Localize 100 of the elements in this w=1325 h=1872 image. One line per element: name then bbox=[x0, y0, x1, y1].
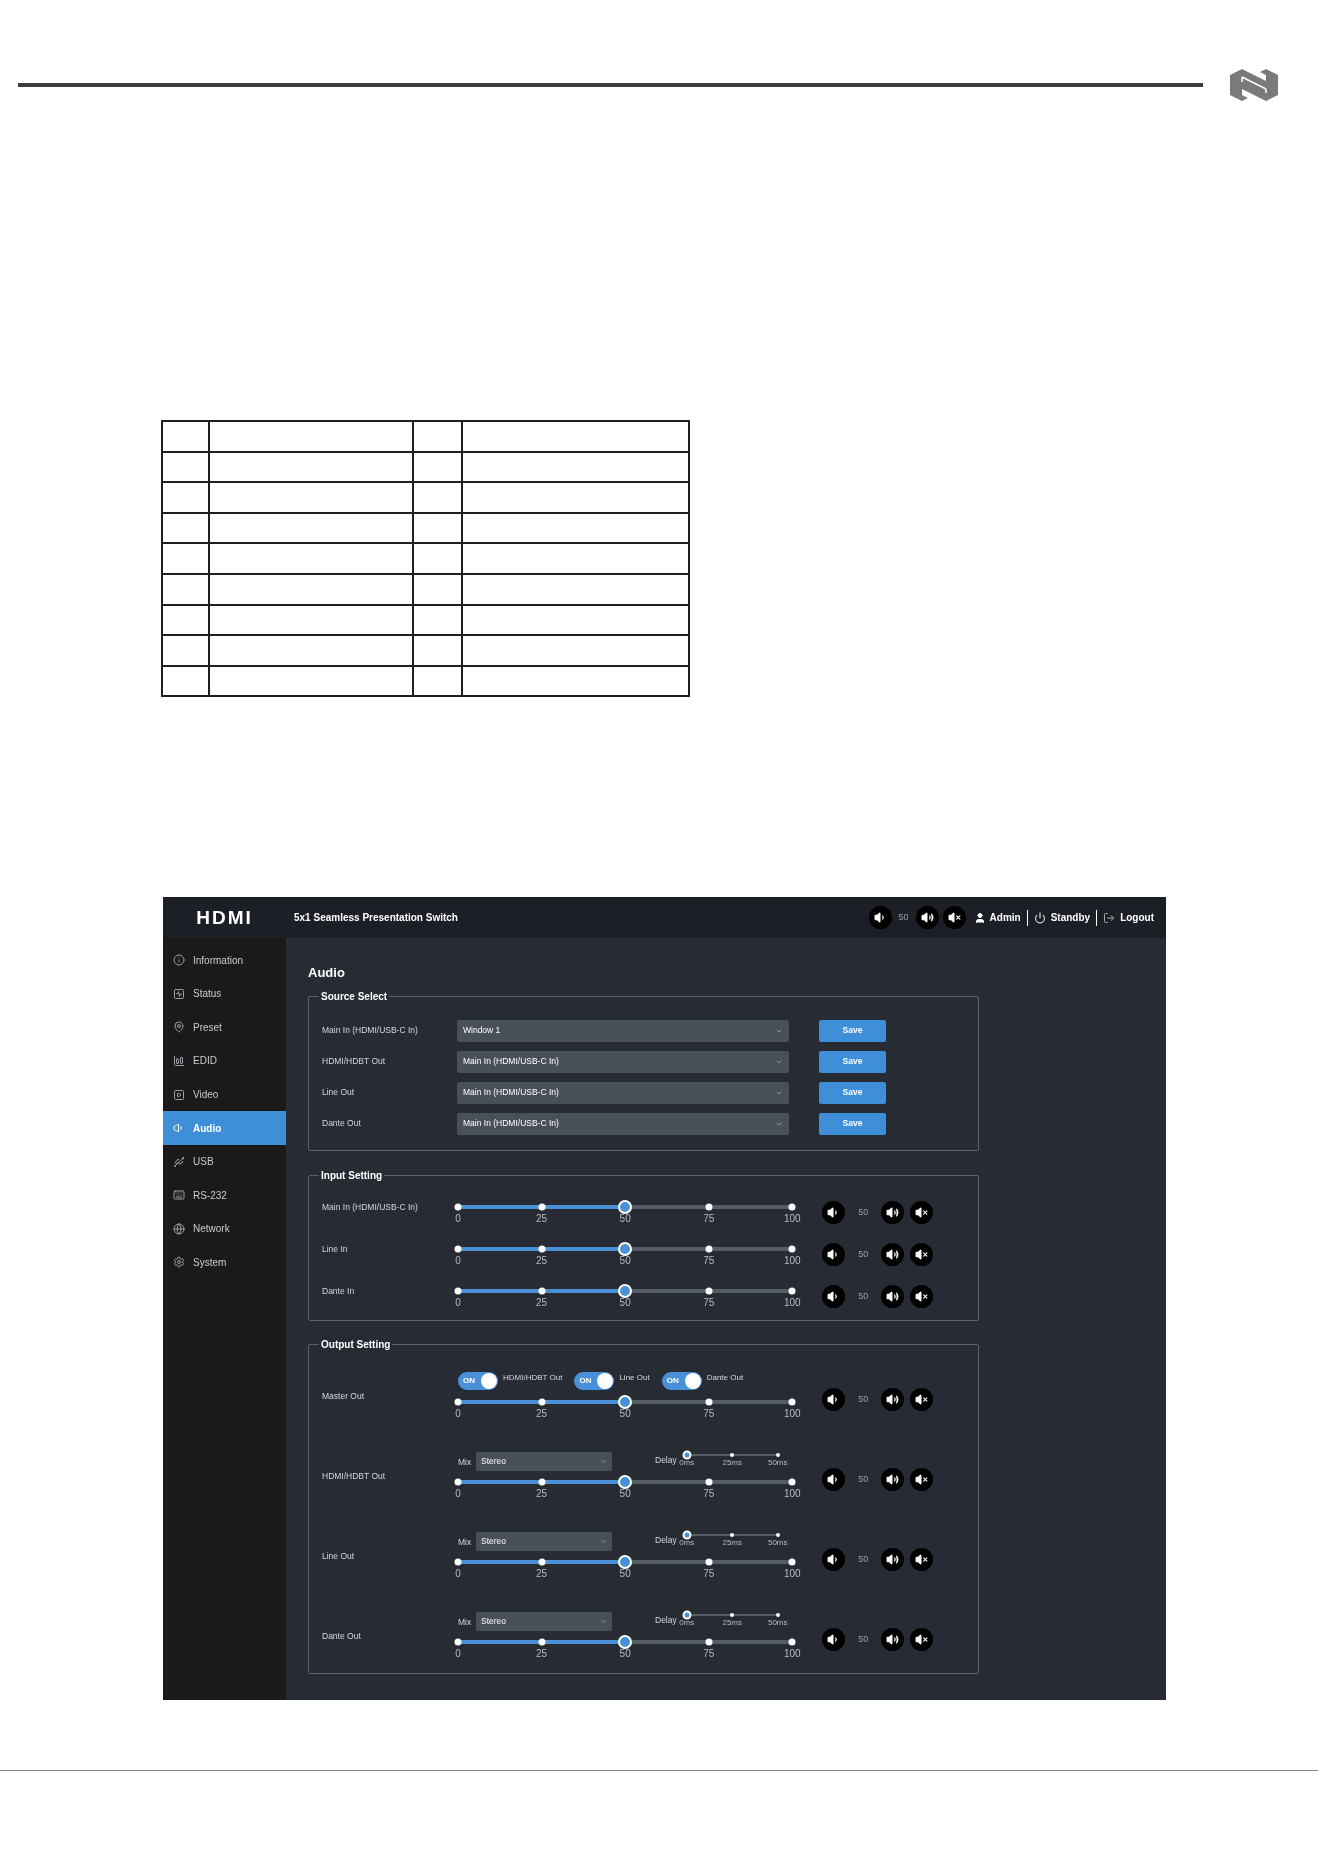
speaker-icon bbox=[886, 1392, 900, 1406]
tick-label: 50 bbox=[619, 1647, 631, 1660]
volume-down-button[interactable] bbox=[868, 906, 892, 930]
mute-button[interactable] bbox=[910, 1627, 934, 1651]
volume-down-button[interactable] bbox=[822, 1627, 846, 1651]
slider-thumb[interactable] bbox=[682, 1610, 692, 1620]
info-icon bbox=[173, 954, 185, 967]
page-title: Audio bbox=[308, 965, 346, 982]
volume-up-button[interactable] bbox=[881, 1284, 905, 1308]
tick-label: 0 bbox=[455, 1487, 461, 1500]
tick-mark bbox=[454, 1638, 462, 1646]
volume-down-button[interactable] bbox=[822, 1284, 846, 1308]
slider-thumb[interactable] bbox=[618, 1241, 633, 1256]
slider-thumb[interactable] bbox=[618, 1394, 633, 1409]
volume-down-button[interactable] bbox=[822, 1387, 846, 1411]
slider-thumb[interactable] bbox=[682, 1530, 692, 1540]
speaker-icon bbox=[886, 1552, 900, 1566]
tick-label: 100 bbox=[783, 1212, 801, 1225]
volume-down-button[interactable] bbox=[822, 1547, 846, 1571]
sidebar-item[interactable]: RS-232 bbox=[163, 1178, 286, 1213]
tick-label: 100 bbox=[783, 1487, 801, 1500]
sidebar-item[interactable]: Information bbox=[163, 943, 286, 977]
mix-dropdown[interactable]: Stereo bbox=[476, 1611, 612, 1631]
volume-up-button[interactable] bbox=[881, 1627, 905, 1651]
speaker-icon bbox=[886, 1632, 900, 1646]
volume-reading: 50 bbox=[857, 1472, 870, 1486]
sidebar-item[interactable]: Video bbox=[163, 1077, 286, 1112]
volume-up-button[interactable] bbox=[881, 1387, 905, 1411]
tick-label: 100 bbox=[783, 1407, 801, 1420]
tick-label: 25ms bbox=[722, 1457, 742, 1467]
slider-thumb[interactable] bbox=[618, 1554, 633, 1569]
sidebar-item[interactable]: Network bbox=[163, 1212, 286, 1246]
mute-button[interactable] bbox=[910, 1200, 934, 1224]
mute-button[interactable] bbox=[910, 1547, 934, 1571]
source-dropdown[interactable]: Main In (HDMI/USB-C In) bbox=[457, 1050, 789, 1073]
speaker-icon bbox=[886, 1205, 900, 1219]
sidebar-item[interactable]: Status bbox=[163, 976, 286, 1011]
sidebar-item[interactable]: Preset bbox=[163, 1010, 286, 1045]
slider-thumb[interactable] bbox=[618, 1283, 633, 1298]
volume-down-button[interactable] bbox=[822, 1200, 846, 1224]
tick-label: 75 bbox=[703, 1567, 715, 1580]
tick-label: 100 bbox=[783, 1296, 801, 1309]
tick-mark bbox=[538, 1245, 546, 1253]
row-label: Master Out bbox=[322, 1389, 366, 1403]
tick-label: 50ms bbox=[767, 1617, 788, 1627]
volume-up-button[interactable] bbox=[915, 906, 939, 930]
source-dropdown[interactable]: Window 1 bbox=[457, 1019, 789, 1042]
speaker-icon bbox=[886, 1247, 900, 1261]
tick-mark bbox=[775, 1452, 780, 1457]
tick-mark bbox=[788, 1638, 796, 1646]
source-dropdown[interactable]: Main In (HDMI/USB-C In) bbox=[457, 1081, 789, 1104]
slider-thumb[interactable] bbox=[618, 1199, 633, 1214]
volume-up-button[interactable] bbox=[881, 1242, 905, 1266]
mute-icon bbox=[915, 1472, 929, 1486]
source-dropdown[interactable]: Main In (HDMI/USB-C In) bbox=[457, 1112, 789, 1135]
speaker-icon bbox=[886, 1472, 900, 1486]
tick-label: 100 bbox=[783, 1567, 801, 1580]
user-name: Admin bbox=[989, 911, 1021, 926]
tick-mark bbox=[454, 1478, 462, 1486]
mute-button[interactable] bbox=[910, 1242, 934, 1266]
tick-mark bbox=[788, 1558, 796, 1566]
tick-mark bbox=[705, 1398, 713, 1406]
mute-button[interactable] bbox=[910, 1387, 934, 1411]
sidebar-item[interactable]: EDID bbox=[163, 1044, 286, 1078]
tick-label: 25 bbox=[536, 1647, 548, 1660]
tick-label: 0 bbox=[455, 1212, 461, 1225]
settings-icon bbox=[173, 1256, 185, 1269]
sidebar-item[interactable]: System bbox=[163, 1245, 286, 1280]
tick-label: 75 bbox=[703, 1254, 715, 1267]
tick-mark bbox=[788, 1245, 796, 1253]
volume-down-button[interactable] bbox=[822, 1242, 846, 1266]
user-icon bbox=[973, 911, 986, 924]
volume-down-button[interactable] bbox=[822, 1467, 846, 1491]
slider-thumb[interactable] bbox=[618, 1474, 633, 1489]
row-label: HDMI/HDBT Out bbox=[322, 1055, 387, 1069]
row-label: Dante Out bbox=[322, 1629, 362, 1643]
pin-icon bbox=[173, 1021, 185, 1034]
mix-dropdown[interactable]: Stereo bbox=[476, 1531, 612, 1551]
pulse-icon bbox=[173, 987, 185, 1000]
slider-thumb[interactable] bbox=[682, 1450, 692, 1460]
tick-label: 50ms bbox=[767, 1457, 788, 1467]
standby-button[interactable]: Standby bbox=[1033, 910, 1091, 926]
tick-label: 50 bbox=[619, 1487, 631, 1500]
tick-label: 0ms bbox=[679, 1537, 695, 1547]
toggle-label: HDMI/HDBT Out bbox=[503, 1371, 563, 1384]
tick-mark bbox=[788, 1203, 796, 1211]
mute-button[interactable] bbox=[942, 906, 966, 930]
volume-up-button[interactable] bbox=[881, 1547, 905, 1571]
sidebar-item[interactable]: USB bbox=[163, 1144, 286, 1179]
volume-up-button[interactable] bbox=[881, 1467, 905, 1491]
slider-thumb[interactable] bbox=[618, 1634, 633, 1649]
mute-button[interactable] bbox=[910, 1284, 934, 1308]
mute-button[interactable] bbox=[910, 1467, 934, 1491]
tick-mark bbox=[705, 1245, 713, 1253]
volume-up-button[interactable] bbox=[881, 1200, 905, 1224]
tick-mark bbox=[730, 1612, 735, 1617]
tick-label: 50 bbox=[619, 1567, 631, 1580]
mix-dropdown[interactable]: Stereo bbox=[476, 1451, 612, 1471]
logout-button[interactable]: Logout bbox=[1103, 910, 1154, 926]
tick-label: 75 bbox=[703, 1296, 715, 1309]
